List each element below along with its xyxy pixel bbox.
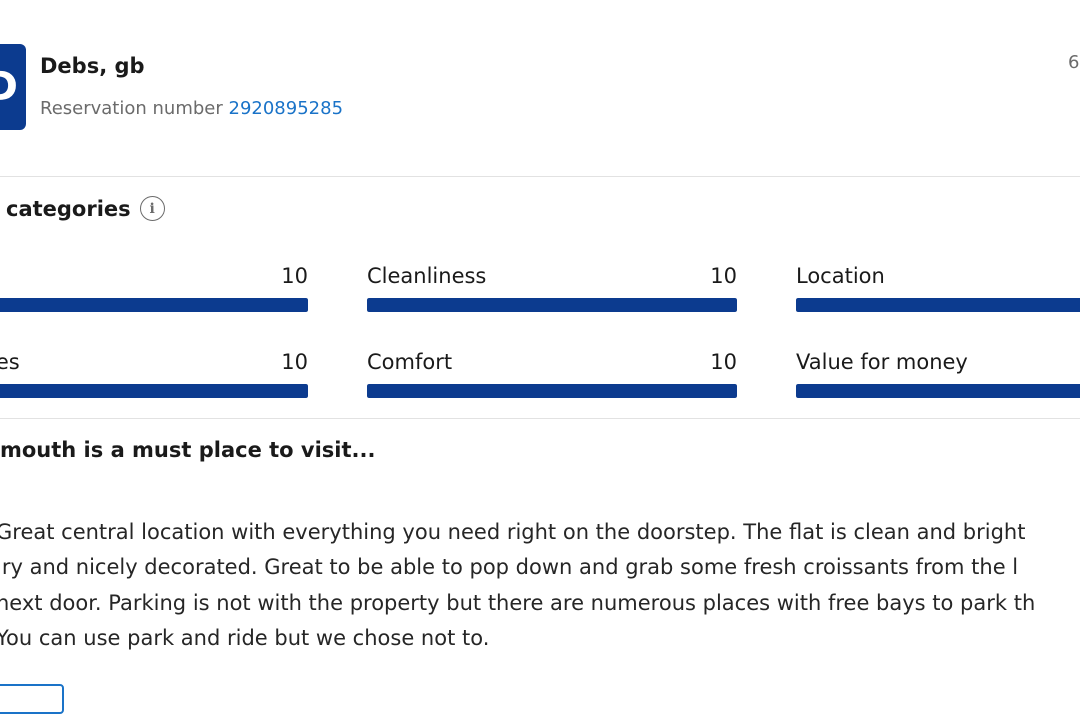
reservation-info: Reservation number 2920895285 [40, 98, 343, 119]
avatar-initial: D [0, 64, 18, 110]
review-text-line: iry and nicely decorated. Great to be ab… [0, 555, 1019, 579]
reservation-number-link[interactable]: 2920895285 [229, 98, 344, 119]
category-score: 10 [281, 264, 308, 288]
category-label: ies [0, 350, 20, 374]
info-icon[interactable]: i [139, 196, 165, 221]
category-bar [796, 298, 1080, 312]
review-date: 6 [1068, 52, 1080, 73]
review-action-button[interactable] [0, 684, 64, 714]
category-bar [367, 298, 737, 312]
category-row-item: 10 [0, 264, 308, 324]
review-text-line: next door. Parking is not with the prope… [0, 591, 1036, 615]
category-bar [367, 384, 737, 398]
category-bar-fill [796, 384, 1080, 398]
category-bar-fill [367, 384, 737, 398]
category-score: 10 [281, 350, 308, 374]
review-text-line: Great central location with everything y… [0, 520, 1026, 544]
review-title: mouth is a must place to visit... [0, 438, 376, 462]
divider [0, 418, 1080, 419]
category-bar [0, 384, 308, 398]
category-label: Comfort [367, 350, 453, 374]
category-item-value-for-money: Value for money [796, 350, 1080, 410]
category-bar-fill [0, 298, 308, 312]
guest-name: Debs, gb [40, 54, 145, 78]
category-bar [796, 384, 1080, 398]
review-card: D Debs, gb Reservation number 2920895285… [0, 0, 1080, 714]
categories-heading: categories i [6, 196, 165, 221]
category-label: Location [796, 264, 885, 288]
category-score: 10 [710, 350, 737, 374]
divider [0, 176, 1080, 177]
review-text-line: You can use park and ride but we chose n… [0, 626, 490, 650]
category-item-location: Location [796, 264, 1080, 324]
category-item-facilities: ies 10 [0, 350, 308, 410]
category-bar [0, 298, 308, 312]
category-bar-fill [796, 298, 1080, 312]
category-label: Value for money [796, 350, 968, 374]
category-bar-fill [0, 384, 308, 398]
category-item-cleanliness: Cleanliness 10 [367, 264, 737, 324]
category-bar-fill [367, 298, 737, 312]
category-item-comfort: Comfort 10 [367, 350, 737, 410]
category-score: 10 [710, 264, 737, 288]
category-label: Cleanliness [367, 264, 487, 288]
categories-title: categories [6, 196, 131, 221]
guest-avatar: D [0, 44, 26, 130]
reservation-label: Reservation number [40, 98, 223, 119]
